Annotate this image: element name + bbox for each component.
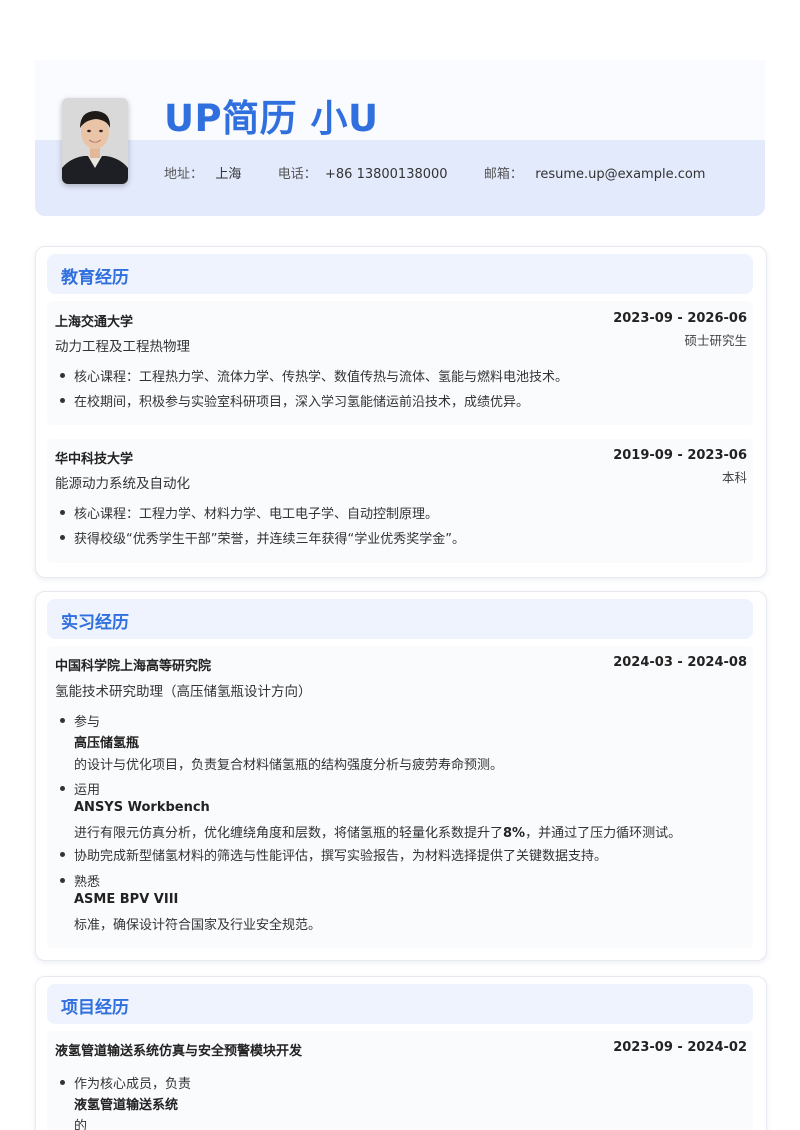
education-bullet: 核心课程：工程热力学、流体力学、传热学、数值传热与流体、氢能与燃料电池技术。 — [74, 370, 569, 385]
bullet-icon — [60, 786, 65, 791]
bullet-text: 作为核心成员，负责 — [74, 1077, 192, 1092]
bullet-text: 标准，确保设计符合国家及行业安全规范。 — [74, 918, 322, 933]
internship-section: 实习经历 中国科学院上海高等研究院 2024-03 - 2024-08 氢能技术… — [35, 591, 767, 961]
bullet-icon — [60, 718, 65, 723]
internship-item: 中国科学院上海高等研究院 2024-03 - 2024-08 氢能技术研究助理（… — [47, 646, 753, 948]
contact-info: 地址： 上海 电话： +86 13800138000 邮箱： resume.up… — [164, 163, 705, 182]
bullet-text: 熟悉 — [74, 875, 101, 890]
address-value: 上海 — [215, 167, 242, 182]
address-label: 地址： — [164, 167, 204, 182]
project-section-header: 项目经历 — [47, 984, 753, 1024]
project-item: 液氢管道输送系统仿真与安全预警模块开发 2023-09 - 2024-02 作为… — [47, 1031, 753, 1130]
resume-page: UP简历 小U 地址： 上海 电话： +86 13800138000 邮箱： r… — [0, 0, 800, 1130]
education-section-header: 教育经历 — [47, 254, 753, 294]
bullet-text: 的 — [74, 1119, 88, 1130]
candidate-name: UP简历 小U — [164, 97, 379, 140]
bullet-text: 运用 — [74, 783, 101, 798]
section-title: 实习经历 — [61, 613, 129, 633]
bullet-icon — [60, 373, 65, 378]
company-name: 中国科学院上海高等研究院 — [55, 659, 212, 674]
project-section: 项目经历 液氢管道输送系统仿真与安全预警模块开发 2023-09 - 2024-… — [35, 976, 767, 1130]
bullet-text: 进行有限元仿真分析，优化缠绕角度和层数，将储氢瓶的轻量化系数提升了8%，并通过了… — [74, 826, 682, 841]
education-section: 教育经历 上海交通大学 2023-09 - 2026-06 动力工程及工程热物理… — [35, 246, 767, 578]
school-name: 华中科技大学 — [55, 452, 134, 467]
bullet-icon — [60, 398, 65, 403]
section-title: 教育经历 — [61, 268, 129, 288]
internship-date: 2024-03 - 2024-08 — [613, 655, 747, 670]
bullet-keyword: ASME BPV VIII — [74, 892, 179, 907]
phone-value: +86 13800138000 — [325, 167, 448, 182]
email-label: 邮箱： — [483, 167, 523, 182]
education-bullet: 核心课程：工程力学、材料力学、电工电子学、自动控制原理。 — [74, 507, 439, 522]
education-date: 2023-09 - 2026-06 — [613, 311, 747, 326]
bullet-icon — [60, 852, 65, 857]
project-name: 液氢管道输送系统仿真与安全预警模块开发 — [55, 1044, 303, 1059]
bullet-metric: 8% — [503, 826, 526, 841]
header-top-band — [35, 60, 765, 140]
avatar-photo-icon — [62, 98, 128, 184]
bullet-icon — [60, 1080, 65, 1085]
education-item: 上海交通大学 2023-09 - 2026-06 动力工程及工程热物理 硕士研究… — [47, 301, 753, 425]
phone-label: 电话： — [277, 167, 317, 182]
degree: 硕士研究生 — [684, 333, 747, 348]
email-value: resume.up@example.com — [535, 167, 706, 182]
education-item: 华中科技大学 2019-09 - 2023-06 能源动力系统及自动化 本科 核… — [47, 439, 753, 563]
bullet-icon — [60, 535, 65, 540]
major: 能源动力系统及自动化 — [55, 476, 190, 492]
bullet-icon — [60, 510, 65, 515]
bullet-keyword: 液氢管道输送系统 — [74, 1098, 179, 1113]
major: 动力工程及工程热物理 — [55, 339, 190, 355]
school-name: 上海交通大学 — [55, 315, 134, 330]
section-title: 项目经历 — [61, 998, 129, 1018]
education-date: 2019-09 - 2023-06 — [613, 448, 747, 463]
internship-section-header: 实习经历 — [47, 599, 753, 639]
project-date: 2023-09 - 2024-02 — [613, 1040, 747, 1055]
bullet-text: 参与 — [74, 715, 101, 730]
bullet-keyword: 高压储氢瓶 — [74, 736, 140, 751]
degree: 本科 — [721, 470, 747, 485]
job-title: 氢能技术研究助理（高压储氢瓶设计方向） — [55, 684, 312, 700]
bullet-text: 协助完成新型储氢材料的筛选与性能评估，撰写实验报告，为材料选择提供了关键数据支持… — [74, 849, 608, 864]
bullet-text: 的设计与优化项目，负责复合材料储氢瓶的结构强度分析与疲劳寿命预测。 — [74, 758, 504, 773]
education-bullet: 获得校级“优秀学生干部”荣誉，并连续三年获得“学业优秀奖学金”。 — [74, 532, 465, 547]
bullet-icon — [60, 878, 65, 883]
education-bullet: 在校期间，积极参与实验室科研项目，深入学习氢能储运前沿技术，成绩优异。 — [74, 395, 530, 410]
avatar — [62, 98, 128, 184]
bullet-keyword: ANSYS Workbench — [74, 800, 210, 815]
